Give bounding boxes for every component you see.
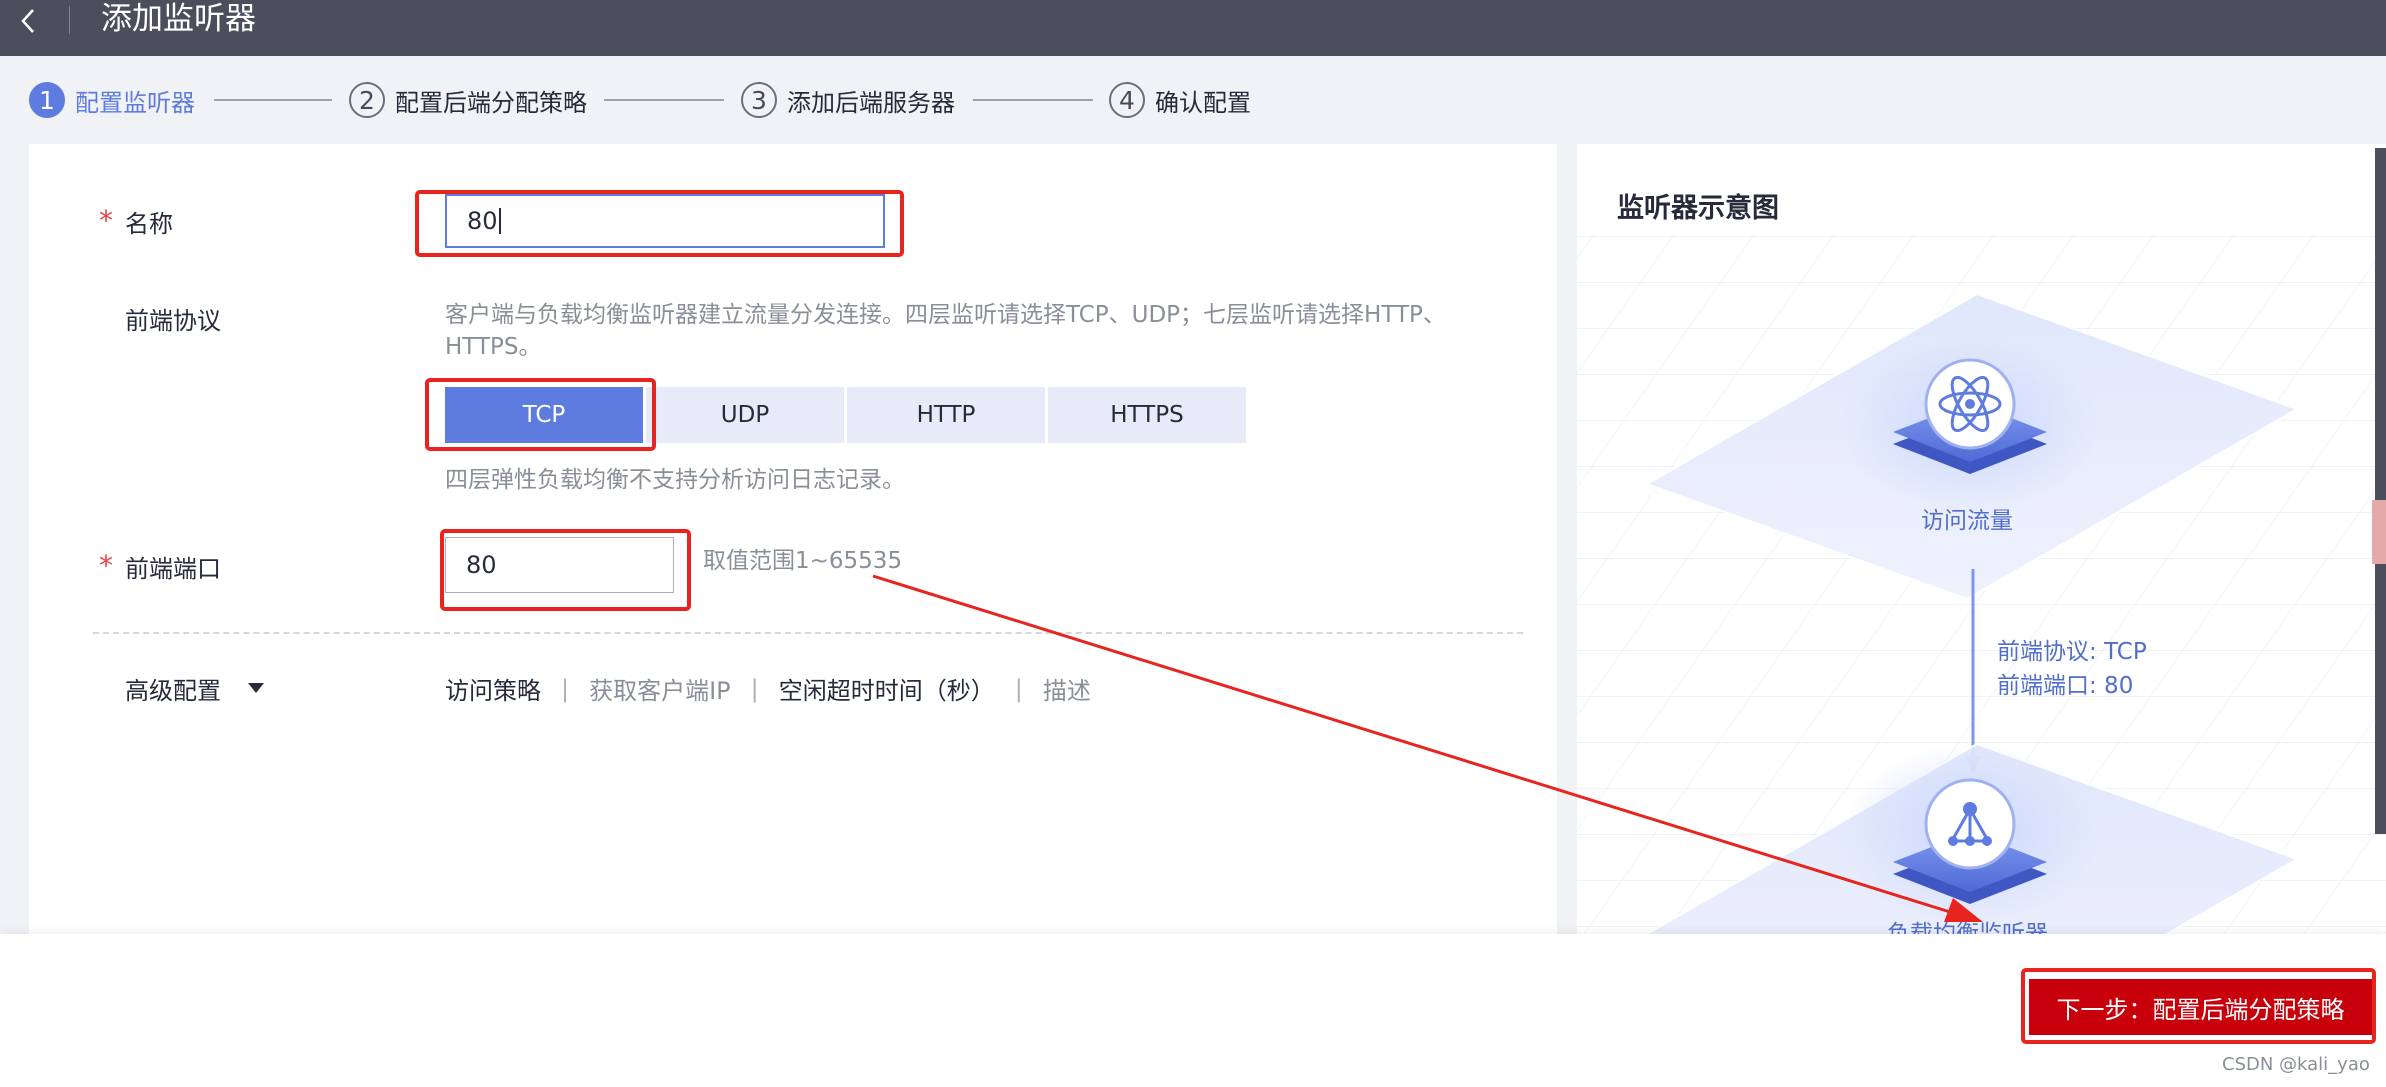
diagram-scrollbar[interactable]	[2375, 148, 2386, 834]
step-backend-policy: 2 配置后端分配策略	[349, 78, 587, 122]
protocol-option-udp[interactable]: UDP	[646, 387, 844, 443]
required-mark: *	[99, 549, 113, 582]
diagram-port-text: 前端端口: 80	[1997, 673, 2134, 699]
step-add-backend-servers: 3 添加后端服务器	[741, 78, 955, 122]
access-policy-link[interactable]: 访问策略	[445, 671, 541, 706]
diagram-protocol-text: 前端协议: TCP	[1997, 639, 2147, 665]
port-range-hint: 取值范围1~65535	[703, 548, 903, 574]
watermark: CSDN @kali_yao	[2222, 1054, 2370, 1075]
protocol-option-tcp[interactable]: TCP	[445, 387, 643, 443]
protocol-label: 前端协议	[125, 307, 221, 335]
step-confirm: 4 确认配置	[1109, 78, 1251, 122]
step-label: 添加后端服务器	[787, 88, 955, 117]
link-separator: |	[1014, 674, 1023, 703]
name-label: 名称	[125, 210, 173, 238]
wizard-steps: 1 配置监听器 2 配置后端分配策略 3 添加后端服务器 4 确认配置	[0, 78, 1300, 122]
atom-icon	[1924, 358, 2016, 450]
protocol-option-http[interactable]: HTTP	[847, 387, 1045, 443]
idle-timeout-link[interactable]: 空闲超时时间（秒）	[779, 671, 995, 706]
diagram-title: 监听器示意图	[1617, 193, 1779, 224]
network-hub-icon	[1924, 778, 2016, 870]
step-number: 3	[741, 82, 777, 118]
next-step-button[interactable]: 下一步：配置后端分配策略	[2029, 979, 2372, 1035]
step-connector	[214, 99, 332, 101]
chevron-left-icon	[21, 9, 34, 33]
protocol-help: 客户端与负载均衡监听器建立流量分发连接。四层监听请选择TCP、UDP；七层监听请…	[445, 302, 1446, 360]
caret-down-icon[interactable]	[248, 683, 264, 693]
step-number: 4	[1109, 82, 1145, 118]
link-separator: |	[561, 674, 570, 703]
link-separator: |	[750, 674, 759, 703]
page-header: 添加监听器	[0, 0, 2386, 56]
required-mark: *	[99, 204, 113, 237]
port-label: 前端端口	[125, 555, 221, 583]
step-label: 确认配置	[1155, 88, 1251, 117]
text-caret	[498, 208, 501, 234]
description-link[interactable]: 描述	[1043, 671, 1091, 706]
step-label: 配置后端分配策略	[395, 88, 587, 117]
port-input-value: 80	[466, 551, 497, 579]
step-label: 配置监听器	[75, 88, 195, 117]
step-connector	[973, 99, 1093, 101]
listener-diagram-panel: 监听器示意图 访问流量 前端协议: TCP 前端端口: 80 负载均衡监听器	[1577, 144, 2386, 934]
name-input[interactable]: 80	[445, 194, 885, 248]
protocol-option-https[interactable]: HTTPS	[1048, 387, 1246, 443]
listener-diagram	[1577, 234, 2386, 934]
listener-form: * 名称 80 前端协议 客户端与负载均衡监听器建立流量分发连接。四层监听请选择…	[29, 144, 1557, 934]
page-title: 添加监听器	[101, 1, 256, 37]
name-input-value: 80	[467, 207, 498, 235]
access-traffic-label: 访问流量	[1921, 508, 2013, 534]
port-input[interactable]: 80	[445, 537, 674, 593]
back-button[interactable]	[14, 6, 46, 38]
advanced-config-label[interactable]: 高级配置	[125, 671, 221, 706]
step-connector	[604, 99, 724, 101]
load-balancer-listener-label: 负载均衡监听器	[1887, 921, 2048, 934]
protocol-note: 四层弹性负载均衡不支持分析访问日志记录。	[445, 467, 905, 493]
advanced-config-links: 访问策略 | 获取客户端IP | 空闲超时时间（秒） | 描述	[445, 671, 1091, 706]
scrollbar-thumb[interactable]	[2372, 500, 2386, 564]
step-number: 1	[29, 82, 65, 118]
client-ip-link[interactable]: 获取客户端IP	[589, 671, 731, 706]
step-number: 2	[349, 82, 385, 118]
header-divider	[69, 6, 70, 34]
section-divider	[93, 632, 1523, 634]
step-configure-listener: 1 配置监听器	[29, 78, 195, 122]
